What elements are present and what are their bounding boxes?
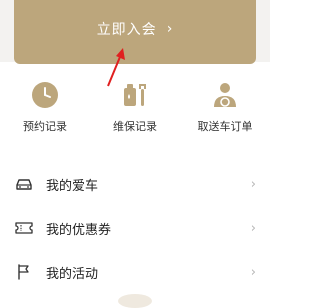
menu-list: 我的爱车 › 我的优惠券 › 我的活动 › xyxy=(0,162,270,294)
menu-item-my-coupons[interactable]: 我的优惠券 › xyxy=(0,206,270,250)
car-icon xyxy=(14,174,34,194)
chevron-right-icon: › xyxy=(250,220,256,236)
chevron-right-icon: › xyxy=(166,21,174,37)
quick-action-label: 取送车订单 xyxy=(197,120,253,133)
quick-action-label: 预约记录 xyxy=(23,120,67,133)
menu-item-label: 我的优惠券 xyxy=(46,222,112,238)
quick-action-label: 维保记录 xyxy=(113,120,157,133)
driver-icon xyxy=(210,80,240,110)
quick-action-appointments[interactable]: 预约记录 xyxy=(5,80,85,140)
bottom-tab-partial xyxy=(118,294,152,308)
chevron-right-icon: › xyxy=(250,264,256,280)
quick-action-maintenance[interactable]: 维保记录 xyxy=(95,80,175,140)
quick-action-pickup-orders[interactable]: 取送车订单 xyxy=(185,80,265,140)
menu-item-my-activities[interactable]: 我的活动 › xyxy=(0,250,270,294)
join-membership-button[interactable]: 立即入会 › xyxy=(14,0,256,64)
menu-item-label: 我的爱车 xyxy=(46,178,99,194)
quick-actions: 预约记录 维保记录 取送车订单 xyxy=(0,80,270,140)
oil-wrench-icon xyxy=(120,80,150,110)
chevron-right-icon: › xyxy=(250,176,256,192)
clock-icon xyxy=(30,80,60,110)
menu-item-my-car[interactable]: 我的爱车 › xyxy=(0,162,270,206)
coupon-icon xyxy=(14,218,34,238)
join-membership-label: 立即入会 xyxy=(96,22,157,38)
menu-item-label: 我的活动 xyxy=(46,266,99,282)
flag-icon xyxy=(14,262,34,282)
